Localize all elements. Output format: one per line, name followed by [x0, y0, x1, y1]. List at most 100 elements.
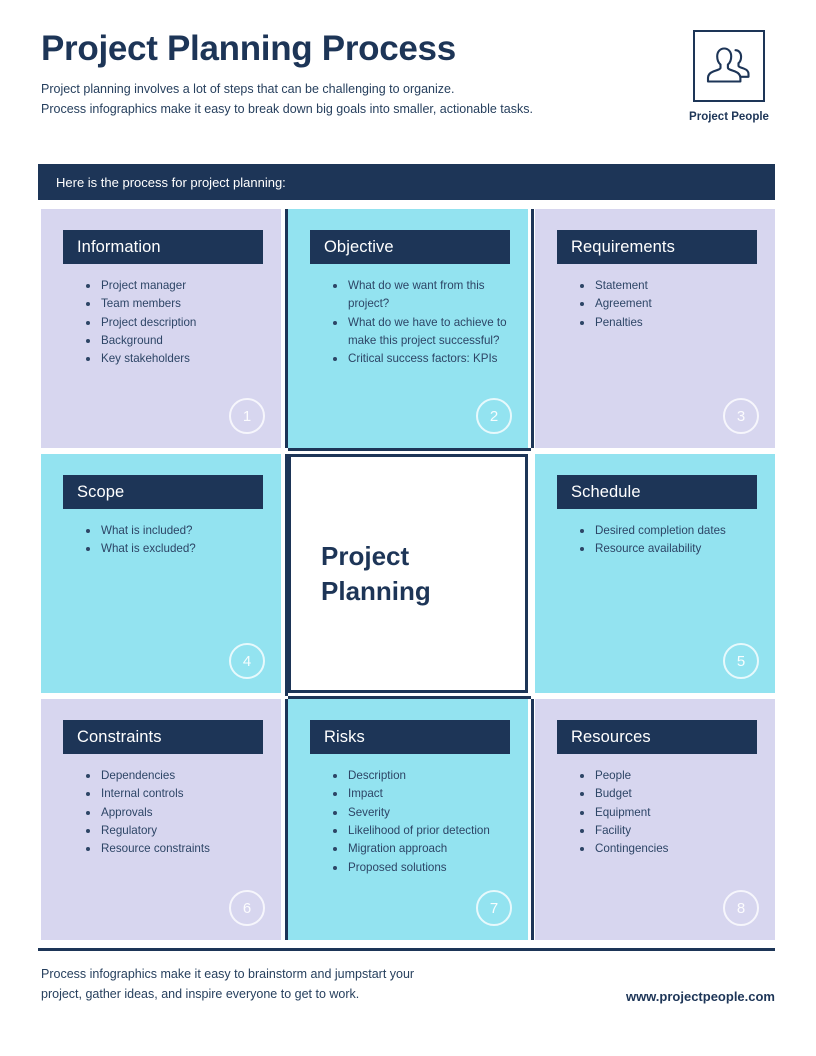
footer-text: Process infographics make it easy to bra… — [41, 965, 511, 1005]
connector-left-middle — [285, 454, 288, 696]
center-project-planning: Project Planning — [288, 454, 528, 693]
list-item: Desired completion dates — [580, 522, 761, 540]
card-information[interactable]: Information Project manager Team members P… — [41, 209, 281, 448]
card-title: Schedule — [571, 482, 641, 501]
list-item: What do we want from this project? — [333, 277, 514, 314]
page-title: Project Planning Process — [41, 29, 456, 68]
list-item: Facility — [580, 822, 761, 840]
center-title-line-1: Project — [321, 541, 410, 572]
step-badge: 3 — [723, 398, 759, 434]
connector-left-upper — [285, 209, 288, 448]
card-list: Project manager Team members Project descr… — [73, 277, 267, 369]
card-header: Information — [63, 230, 263, 264]
list-item: Statement — [580, 277, 761, 295]
card-list: Description Impact Severity Likelihood of p… — [320, 767, 514, 877]
center-title-line-2: Planning — [321, 575, 431, 606]
step-badge: 6 — [229, 890, 265, 926]
list-item: Budget — [580, 785, 761, 803]
infographic-page: Project Planning Process Project plannin… — [0, 0, 816, 1056]
card-objective[interactable]: Objective What do we want from this proj… — [288, 209, 528, 448]
card-title: Information — [77, 237, 161, 256]
subtitle-line-2: Process infographics make it easy to bre… — [41, 101, 533, 116]
card-constraints[interactable]: Constraints Dependencies Internal control… — [41, 699, 281, 940]
step-badge: 2 — [476, 398, 512, 434]
card-schedule[interactable]: Schedule Desired completion dates Resourc… — [535, 454, 775, 693]
list-item: Penalties — [580, 314, 761, 332]
list-item: Background — [86, 332, 267, 350]
page-header: Project Planning Process Project plannin… — [41, 29, 775, 140]
list-item: Critical success factors: KPIs — [333, 350, 514, 368]
step-badge: 5 — [723, 643, 759, 679]
footer-text-line-1: Process infographics make it easy to bra… — [41, 967, 415, 981]
list-item: What is excluded? — [86, 540, 267, 558]
card-title: Requirements — [571, 237, 675, 256]
connector-top — [288, 448, 531, 451]
list-item: People — [580, 767, 761, 785]
list-item: Agreement — [580, 295, 761, 313]
list-item: Equipment — [580, 804, 761, 822]
list-item: Regulatory — [86, 822, 267, 840]
page-footer: Process infographics make it easy to bra… — [41, 965, 775, 1025]
card-scope[interactable]: Scope What is included? What is excluded?… — [41, 454, 281, 693]
card-header: Resources — [557, 720, 757, 754]
card-title: Objective — [324, 237, 394, 256]
center-title: Project Planning — [291, 539, 431, 608]
card-list: What do we want from this project? What d… — [320, 277, 514, 369]
list-item: Dependencies — [86, 767, 267, 785]
card-header: Objective — [310, 230, 510, 264]
card-title: Constraints — [77, 727, 162, 746]
step-badge: 4 — [229, 643, 265, 679]
page-subtitle: Project planning involves a lot of steps… — [41, 79, 775, 120]
card-list: What is included? What is excluded? — [73, 522, 267, 559]
list-item: What do we have to achieve to make this … — [333, 314, 514, 351]
step-badge: 1 — [229, 398, 265, 434]
card-title: Resources — [571, 727, 651, 746]
subtitle-line-1: Project planning involves a lot of steps… — [41, 81, 455, 96]
list-item: Project manager — [86, 277, 267, 295]
list-item: Proposed solutions — [333, 859, 514, 877]
card-list: Dependencies Internal controls Approvals Re… — [73, 767, 267, 859]
list-item: Description — [333, 767, 514, 785]
card-list: Desired completion dates Resource availab… — [567, 522, 761, 559]
list-item: Severity — [333, 804, 514, 822]
card-header: Scope — [63, 475, 263, 509]
list-item: Contingencies — [580, 840, 761, 858]
card-requirements[interactable]: Requirements Statement Agreement Penalties… — [535, 209, 775, 448]
card-list: People Budget Equipment Facility Contingenci… — [567, 767, 761, 859]
card-resources[interactable]: Resources People Budget Equipment Facility C… — [535, 699, 775, 940]
list-item: Resource availability — [580, 540, 761, 558]
logo-caption: Project People — [689, 111, 769, 123]
card-risks[interactable]: Risks Description Impact Severity Likelihoo… — [288, 699, 528, 940]
list-item: Impact — [333, 785, 514, 803]
list-item: Internal controls — [86, 785, 267, 803]
connector-left-lower — [285, 699, 288, 940]
footer-url[interactable]: www.projectpeople.com — [626, 989, 775, 1004]
connector-right-lower — [531, 699, 534, 940]
connector-right-upper — [531, 209, 534, 448]
step-badge: 8 — [723, 890, 759, 926]
list-item: Migration approach — [333, 840, 514, 858]
banner-text: Here is the process for project planning… — [56, 174, 286, 190]
card-header: Constraints — [63, 720, 263, 754]
footer-divider — [38, 948, 775, 951]
logo-frame — [693, 30, 765, 102]
list-item: Approvals — [86, 804, 267, 822]
card-header: Requirements — [557, 230, 757, 264]
footer-text-line-2: project, gather ideas, and inspire every… — [41, 986, 360, 1001]
step-badge: 7 — [476, 890, 512, 926]
connector-bottom — [288, 696, 531, 699]
card-header: Schedule — [557, 475, 757, 509]
list-item: Likelihood of prior detection — [333, 822, 514, 840]
card-title: Risks — [324, 727, 365, 746]
process-banner: Here is the process for project planning… — [38, 164, 775, 200]
list-item: Resource constraints — [86, 840, 267, 858]
card-header: Risks — [310, 720, 510, 754]
list-item: Team members — [86, 295, 267, 313]
process-grid: Information Project manager Team members P… — [41, 209, 775, 940]
card-title: Scope — [77, 482, 125, 501]
card-list: Statement Agreement Penalties — [567, 277, 761, 332]
two-people-icon — [706, 44, 752, 89]
brand-logo: Project People — [683, 30, 775, 123]
list-item: Key stakeholders — [86, 350, 267, 368]
list-item: What is included? — [86, 522, 267, 540]
